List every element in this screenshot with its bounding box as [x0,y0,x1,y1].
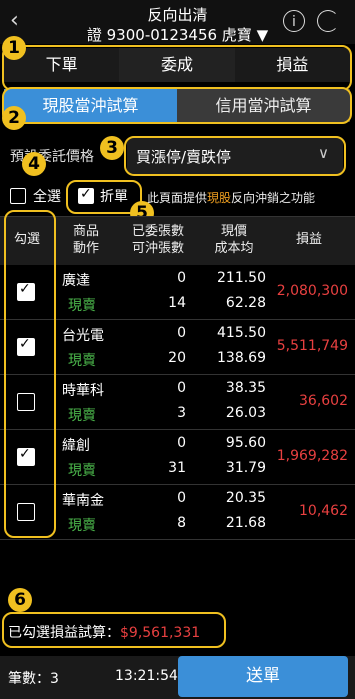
current-price: 20.35 [225,490,266,506]
product-name: 緯創 [62,438,90,454]
product-name: 時華科 [62,383,104,399]
action-label: 現賣 [68,353,96,369]
col-action: 動作 [72,241,99,256]
offset-qty: 20 [168,350,186,366]
action-label: 現賣 [68,518,96,534]
action-label: 現賣 [68,408,96,424]
badge-3: 3 [100,136,124,160]
badge-4: 4 [22,152,46,176]
product-name: 廣達 [62,273,90,289]
highlight-box-6 [2,612,226,648]
avg-cost: 31.79 [225,460,266,476]
badge-6: 6 [8,588,32,612]
badge-2: 2 [2,106,26,130]
row-pnl: 10,462 [299,503,348,519]
offset-qty: 8 [177,515,186,531]
ordered-qty: 0 [177,325,186,341]
col-ordered: 已委張數 [131,224,184,239]
ordered-qty: 0 [177,380,186,396]
row-pnl: 36,602 [299,393,348,409]
col-product: 商品 [72,224,99,239]
row-pnl: 5,511,749 [276,338,348,354]
select-all-checkbox[interactable] [10,188,26,204]
product-name: 台光電 [62,328,104,344]
select-all-label: 全選 [33,189,61,205]
avg-cost: 21.68 [225,515,266,531]
highlight-box-2 [2,87,352,124]
ordered-qty: 0 [177,435,186,451]
ordered-qty: 0 [177,490,186,506]
notice-text: 此頁面提供現股反向沖銷之功能 [147,191,316,205]
avg-cost: 138.69 [217,350,266,366]
offset-qty: 14 [168,295,186,311]
send-button[interactable]: 送單 [178,656,348,697]
offset-qty: 31 [168,460,186,476]
col-cost: 成本均 [214,241,254,256]
highlight-box-4 [4,210,56,538]
current-price: 415.50 [217,325,266,341]
product-name: 華南金 [62,493,104,509]
row-pnl: 1,969,282 [276,448,348,464]
col-price: 現價 [220,224,247,239]
offset-qty: 3 [177,405,186,421]
current-price: 38.35 [225,380,266,396]
highlight-box-3 [124,136,346,176]
ordered-qty: 0 [177,270,186,286]
row-pnl: 2,080,300 [276,283,348,299]
order-count: 筆數：3 [8,671,59,687]
avg-cost: 62.28 [225,295,266,311]
info-icon[interactable]: i [283,10,305,32]
action-label: 現賣 [68,298,96,314]
time-display: 13:21:54 [115,668,178,684]
current-price: 211.50 [217,270,266,286]
avg-cost: 26.03 [225,405,266,421]
badge-1: 1 [2,36,26,60]
current-price: 95.60 [225,435,266,451]
highlight-box-1 [2,45,352,91]
col-offsettable: 可沖張數 [131,241,184,256]
col-pnl: 損益 [295,232,322,247]
action-label: 現賣 [68,463,96,479]
refresh-icon[interactable] [317,10,339,32]
